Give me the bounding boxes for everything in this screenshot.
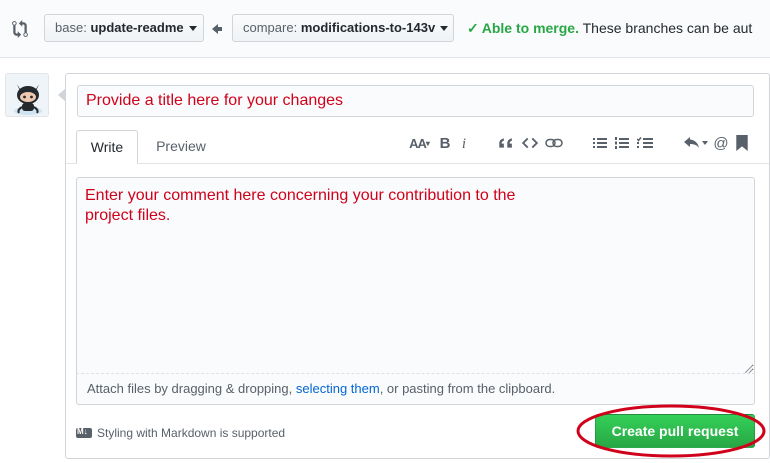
markdown-help-link[interactable]: Styling with Markdown is supported: [76, 425, 285, 441]
code-button[interactable]: [522, 136, 540, 156]
mention-button[interactable]: @: [712, 134, 730, 154]
italic-button[interactable]: i: [458, 134, 470, 154]
check-icon: ✓: [467, 20, 479, 36]
link-icon: [545, 138, 563, 148]
unordered-list-button[interactable]: [593, 136, 609, 156]
compare-branch-name: modifications-to-143v: [300, 20, 436, 35]
caret-down-icon: ▾: [425, 139, 430, 148]
chevron-down-icon: [440, 26, 449, 32]
bookmark-button[interactable]: [736, 135, 750, 155]
list-ordered-icon: [615, 137, 629, 149]
tasklist-icon: [637, 137, 653, 148]
base-branch-name: update-readme: [90, 20, 184, 35]
code-icon: [522, 137, 538, 149]
resize-handle-icon[interactable]: [743, 361, 753, 374]
bold-button[interactable]: B: [439, 134, 451, 154]
saved-replies-button[interactable]: [684, 136, 710, 156]
merge-status: ✓ Able to merge. These branches can be au…: [467, 20, 752, 37]
merge-status-text: These branches can be aut: [582, 20, 753, 36]
pull-request-page: base: update-readme compare: modificatio…: [0, 0, 770, 463]
task-list-button[interactable]: [637, 136, 653, 156]
base-branch-select[interactable]: base: update-readme: [44, 14, 204, 42]
quote-icon: [499, 138, 512, 148]
tab-write[interactable]: Write: [76, 130, 138, 164]
git-compare-icon: [12, 20, 28, 38]
compare-bar: base: update-readme compare: modificatio…: [0, 0, 770, 58]
title-input[interactable]: [77, 85, 754, 117]
list-unordered-icon: [593, 138, 607, 148]
bookmark-icon: [736, 135, 748, 151]
markdown-note-text: Styling with Markdown is supported: [97, 426, 286, 440]
quote-button[interactable]: [497, 136, 513, 156]
create-pull-request-button[interactable]: Create pull request: [595, 414, 755, 448]
tab-preview[interactable]: Preview: [145, 130, 217, 164]
chevron-down-icon: [188, 26, 197, 32]
avatar[interactable]: [5, 73, 49, 117]
reply-icon: [684, 137, 708, 148]
header-text-button[interactable]: AA▾: [404, 134, 434, 154]
link-button[interactable]: [545, 136, 563, 156]
ordered-list-button[interactable]: [615, 136, 631, 156]
attach-text-after: , or pasting from the clipboard.: [379, 381, 556, 396]
arrow-left-icon: [211, 21, 223, 35]
comment-textarea[interactable]: [76, 177, 755, 373]
select-files-link[interactable]: selecting them: [296, 381, 380, 396]
compare-branch-select[interactable]: compare: modifications-to-143v: [232, 14, 454, 42]
merge-ok-text: Able to merge.: [481, 20, 579, 36]
file-attach-bar[interactable]: Attach files by dragging & dropping, sel…: [76, 373, 755, 405]
base-label: base:: [55, 20, 87, 35]
attach-text-before: Attach files by dragging & dropping,: [87, 381, 296, 396]
compare-label: compare:: [243, 20, 298, 35]
markdown-icon: [76, 426, 92, 438]
octocat-avatar-icon: [6, 74, 48, 116]
header-text-label: AA: [409, 136, 427, 151]
